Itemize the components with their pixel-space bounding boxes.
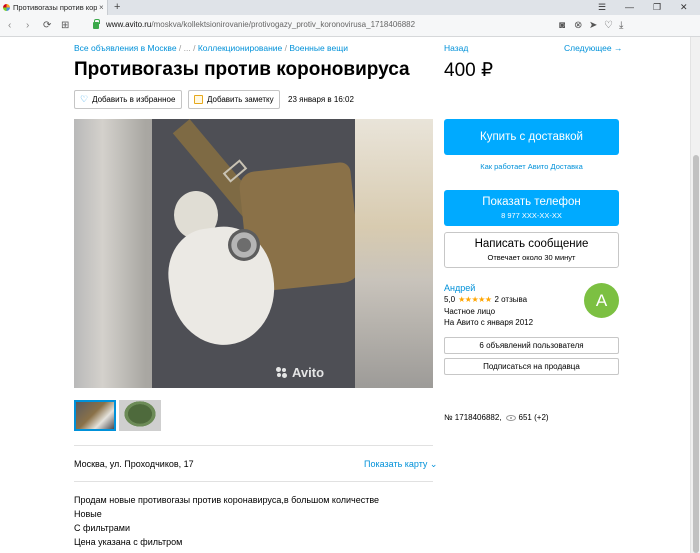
- listing-meta: № 1718406882, 651 (+2): [444, 413, 549, 422]
- photo-background: [355, 119, 433, 388]
- seller-listings-button[interactable]: 6 объявлений пользователя: [444, 337, 619, 354]
- browser-tab[interactable]: Противогазы против кор ×: [0, 0, 108, 15]
- subscribe-seller-button[interactable]: Подписаться на продавца: [444, 358, 619, 375]
- page-scrollbar[interactable]: [690, 37, 700, 553]
- seller-rating: 5,0 ★★★★★ 2 отзыва: [444, 295, 527, 304]
- description-line: Продам новые противогазы против коронави…: [74, 495, 380, 505]
- previous-listing-link[interactable]: Назад: [444, 43, 468, 53]
- show-map-link[interactable]: Показать карту ⌄: [364, 459, 437, 470]
- heart-icon: ♡: [80, 94, 89, 104]
- favorite-bookmark-icon[interactable]: ♡: [604, 19, 613, 33]
- send-icon[interactable]: ➤: [589, 19, 597, 33]
- view-count: 651 (+2): [518, 413, 549, 422]
- url-host: www.avito.ru: [106, 20, 152, 29]
- add-note-button[interactable]: Добавить заметку: [188, 90, 280, 109]
- delivery-info-link[interactable]: Как работает Авито Доставка: [444, 162, 619, 171]
- tabs-grid-icon[interactable]: ⊞: [61, 19, 69, 33]
- show-phone-button[interactable]: Показать телефон 8 977 XXX-XX-XX: [444, 190, 619, 226]
- forward-icon[interactable]: ›: [26, 19, 29, 33]
- listing-date: 23 января в 16:02: [288, 95, 354, 104]
- masked-phone-number: 8 977 XXX-XX-XX: [501, 211, 562, 220]
- tab-title: Противогазы против кор: [13, 3, 97, 12]
- gas-mask-photo: Avito: [152, 119, 355, 388]
- next-listing-link[interactable]: Следующее →: [564, 43, 622, 53]
- block-icon[interactable]: ⊗: [574, 19, 582, 33]
- menu-icon[interactable]: ☰: [598, 1, 606, 13]
- write-message-label: Написать сообщение: [474, 238, 589, 250]
- divider: [74, 445, 433, 446]
- restore-icon[interactable]: ❐: [653, 1, 661, 13]
- avito-watermark: Avito: [292, 365, 325, 380]
- url-path: /moskva/kollektsionirovanie/protivogazy_…: [151, 20, 416, 29]
- page-title: Противогазы против короновируса: [74, 59, 410, 80]
- new-tab-button[interactable]: +: [114, 0, 120, 14]
- thumbnail-1[interactable]: [74, 400, 116, 431]
- price: 400 ₽: [444, 60, 494, 81]
- show-phone-label: Показать телефон: [482, 196, 581, 208]
- rating-value: 5,0: [444, 295, 456, 304]
- reload-icon[interactable]: ⟳: [43, 19, 51, 33]
- browser-tab-bar: Противогазы против кор × + ☰ — ❐ ✕: [0, 0, 700, 15]
- download-icon[interactable]: ⤓: [619, 19, 623, 33]
- description-line: С фильтрами: [74, 523, 131, 533]
- breadcrumb-collecting[interactable]: Коллекционирование: [198, 43, 282, 53]
- seller-since: На Авито с января 2012: [444, 318, 534, 327]
- write-message-button[interactable]: Написать сообщение Отвечает около 30 мин…: [444, 232, 619, 268]
- description-line: Новые: [74, 509, 102, 519]
- add-to-favorites-label: Добавить в избранное: [92, 95, 176, 104]
- tab-close-icon[interactable]: ×: [99, 3, 104, 12]
- avito-favicon-icon: [3, 4, 10, 11]
- address: Москва, ул. Проходчиков, 17: [74, 459, 194, 469]
- add-to-favorites-button[interactable]: ♡ Добавить в избранное: [74, 90, 182, 109]
- url-field[interactable]: www.avito.ru/moskva/kollektsionirovanie/…: [106, 20, 415, 29]
- reviews-link[interactable]: 2 отзыва: [494, 295, 527, 304]
- add-note-label: Добавить заметку: [207, 95, 274, 104]
- close-window-icon[interactable]: ✕: [680, 1, 688, 13]
- lock-icon: [93, 19, 100, 29]
- rating-stars-icon: ★★★★★: [458, 295, 492, 304]
- divider: [74, 481, 433, 482]
- thumbnail-2[interactable]: [119, 400, 161, 431]
- breadcrumb-all-ads[interactable]: Все объявления в Москве: [74, 43, 177, 53]
- description-line: Цена указана с фильтром: [74, 537, 183, 547]
- breadcrumb-military[interactable]: Военные вещи: [289, 43, 348, 53]
- back-icon[interactable]: ‹: [8, 19, 11, 33]
- breadcrumb-separator: / ... /: [176, 43, 198, 53]
- listing-photo[interactable]: Avito: [74, 119, 433, 388]
- address-bar: ‹ › ⟳ ⊞ www.avito.ru/moskva/kollektsioni…: [0, 15, 700, 37]
- mask-filter: [228, 229, 260, 261]
- minimize-icon[interactable]: —: [625, 1, 634, 13]
- avito-logo-icon: [276, 367, 288, 379]
- buy-with-delivery-button[interactable]: Купить с доставкой: [444, 119, 619, 155]
- note-icon: [194, 95, 203, 104]
- response-time: Отвечает около 30 минут: [487, 253, 576, 262]
- seller-name-link[interactable]: Андрей: [444, 283, 475, 293]
- seller-type: Частное лицо: [444, 307, 496, 316]
- avatar[interactable]: А: [584, 283, 619, 318]
- camera-icon[interactable]: ◙: [559, 19, 565, 33]
- eye-icon: [505, 414, 516, 421]
- breadcrumb: Все объявления в Москве / ... / Коллекци…: [74, 43, 348, 53]
- scrollbar-thumb[interactable]: [693, 155, 699, 553]
- listing-number: № 1718406882,: [444, 413, 502, 422]
